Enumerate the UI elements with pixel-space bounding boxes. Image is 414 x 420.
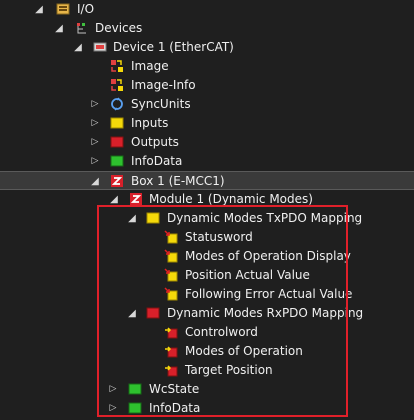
expanded-triangle-icon[interactable]: ◢ bbox=[127, 213, 137, 224]
tree-node-target-position[interactable]: Target Position bbox=[0, 361, 414, 380]
tree-node-devices[interactable]: ◢ Devices bbox=[0, 19, 414, 38]
infodata-icon bbox=[128, 383, 142, 395]
tree-node-following-error[interactable]: Following Error Actual Value bbox=[0, 285, 414, 304]
expanded-triangle-icon[interactable]: ◢ bbox=[90, 176, 100, 187]
tree-label-txpdo: Dynamic Modes TxPDO Mapping bbox=[167, 211, 363, 225]
tree-label-wcstate: WcState bbox=[149, 382, 200, 396]
syncunits-icon bbox=[111, 97, 123, 111]
image-icon bbox=[111, 60, 123, 72]
output-variable-icon bbox=[165, 327, 178, 339]
expanded-triangle-icon[interactable]: ◢ bbox=[109, 194, 119, 205]
module-z-icon bbox=[130, 193, 142, 205]
tree-node-modes-operation[interactable]: Modes of Operation bbox=[0, 342, 414, 361]
tree-node-infodata[interactable]: ▷ InfoData bbox=[0, 152, 414, 171]
collapsed-triangle-icon[interactable]: ▷ bbox=[90, 137, 100, 147]
tree-node-inputs[interactable]: ▷ Inputs bbox=[0, 114, 414, 133]
tree-node-controlword[interactable]: Controlword bbox=[0, 323, 414, 342]
tree-label-io: I/O bbox=[77, 2, 95, 16]
tree-label-controlword: Controlword bbox=[185, 325, 258, 339]
expanded-triangle-icon[interactable]: ◢ bbox=[34, 4, 44, 15]
tree-label-target-position: Target Position bbox=[185, 363, 273, 377]
tree-node-outputs[interactable]: ▷ Outputs bbox=[0, 133, 414, 152]
tree-node-device1[interactable]: ◢ Device 1 (EtherCAT) bbox=[0, 38, 414, 57]
infodata-icon bbox=[110, 155, 124, 167]
tree-label-following-error: Following Error Actual Value bbox=[185, 287, 353, 301]
tree-label-syncunits: SyncUnits bbox=[131, 97, 191, 111]
tree-label-inputs: Inputs bbox=[131, 116, 169, 130]
tree-label-box1: Box 1 (E-MCC1) bbox=[131, 174, 225, 188]
tree-node-statusword[interactable]: Statusword bbox=[0, 228, 414, 247]
tree-node-txpdo[interactable]: ◢ Dynamic Modes TxPDO Mapping bbox=[0, 209, 414, 228]
tree-node-modes-display[interactable]: Modes of Operation Display bbox=[0, 247, 414, 266]
tree-label-image-info: Image-Info bbox=[131, 78, 196, 92]
tree-label-modes-operation: Modes of Operation bbox=[185, 344, 303, 358]
expanded-triangle-icon[interactable]: ◢ bbox=[54, 23, 64, 34]
tree-label-outputs: Outputs bbox=[131, 135, 179, 149]
tree-label-position-actual: Position Actual Value bbox=[185, 268, 310, 282]
ethercat-device-icon bbox=[93, 42, 107, 52]
outputs-icon bbox=[146, 307, 160, 319]
input-variable-icon bbox=[164, 287, 178, 301]
collapsed-triangle-icon[interactable]: ▷ bbox=[90, 156, 100, 166]
tree-node-position-actual[interactable]: Position Actual Value bbox=[0, 266, 414, 285]
tree-node-io[interactable]: ◢ I/O bbox=[0, 0, 414, 19]
tree-label-rxpdo: Dynamic Modes RxPDO Mapping bbox=[167, 306, 364, 320]
tree-label-device1: Device 1 (EtherCAT) bbox=[113, 40, 234, 54]
tree-node-module1[interactable]: ◢ Module 1 (Dynamic Modes) bbox=[0, 190, 414, 209]
input-variable-icon bbox=[164, 230, 178, 244]
inputs-icon bbox=[146, 212, 160, 224]
solution-tree: ◢ I/O ◢ Devices ◢ Device 1 (EtherCAT) Im… bbox=[0, 0, 414, 420]
devices-icon bbox=[77, 23, 86, 34]
tree-node-image[interactable]: Image bbox=[0, 57, 414, 76]
collapsed-triangle-icon[interactable]: ▷ bbox=[90, 118, 100, 128]
input-variable-icon bbox=[164, 249, 178, 263]
tree-label-modes-display: Modes of Operation Display bbox=[185, 249, 351, 263]
tree-node-rxpdo[interactable]: ◢ Dynamic Modes RxPDO Mapping bbox=[0, 304, 414, 323]
tree-node-infodata2[interactable]: ▷ InfoData bbox=[0, 399, 414, 418]
tree-label-infodata2: InfoData bbox=[149, 401, 201, 415]
tree-label-module1: Module 1 (Dynamic Modes) bbox=[149, 192, 313, 206]
tree-label-devices: Devices bbox=[95, 21, 143, 35]
outputs-icon bbox=[110, 136, 124, 148]
tree-label-infodata: InfoData bbox=[131, 154, 183, 168]
tree-label-image: Image bbox=[131, 59, 169, 73]
collapsed-triangle-icon[interactable]: ▷ bbox=[108, 384, 118, 394]
output-variable-icon bbox=[165, 346, 178, 358]
tree-label-statusword: Statusword bbox=[185, 230, 253, 244]
output-variable-icon bbox=[165, 365, 178, 377]
collapsed-triangle-icon[interactable]: ▷ bbox=[108, 403, 118, 413]
inputs-icon bbox=[110, 117, 124, 129]
io-folder-icon bbox=[56, 3, 70, 15]
expanded-triangle-icon[interactable]: ◢ bbox=[127, 308, 137, 319]
tree-node-image-info[interactable]: Image-Info bbox=[0, 76, 414, 95]
collapsed-triangle-icon[interactable]: ▷ bbox=[90, 99, 100, 109]
tree-node-syncunits[interactable]: ▷ SyncUnits bbox=[0, 95, 414, 114]
box-z-icon bbox=[111, 175, 123, 187]
tree-node-box1[interactable]: ◢ Box 1 (E-MCC1) bbox=[0, 171, 414, 190]
expanded-triangle-icon[interactable]: ◢ bbox=[73, 42, 83, 53]
input-variable-icon bbox=[164, 268, 178, 282]
tree-node-wcstate[interactable]: ▷ WcState bbox=[0, 380, 414, 399]
infodata-icon bbox=[128, 402, 142, 414]
image-info-icon bbox=[111, 79, 123, 91]
